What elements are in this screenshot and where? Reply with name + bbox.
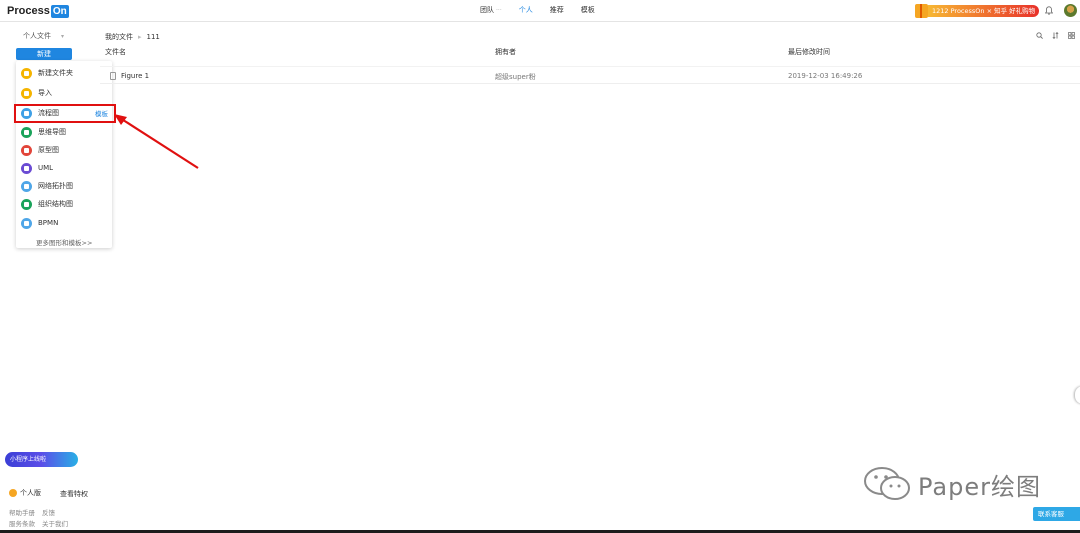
breadcrumb: 我的文件 ▸ 111 — [105, 32, 160, 42]
prototype-icon — [21, 144, 32, 156]
file-modified-time: 2019-12-03 16:49:26 — [788, 72, 863, 80]
file-table-header: 文件名 拥有者 最后修改时间 — [100, 44, 1080, 59]
menu-item-bpmn[interactable]: BPMN — [16, 214, 112, 232]
search-icon[interactable] — [1036, 32, 1043, 39]
chevron-right-icon: ▸ — [138, 33, 142, 41]
column-last-modified[interactable]: 最后修改时间 — [788, 47, 830, 57]
wechat-icon — [864, 467, 910, 500]
file-owner: 超级super粉 — [495, 73, 536, 81]
top-navigation: 团队 ··· 个人 推荐 模板 — [480, 5, 595, 15]
menu-item-uml[interactable]: UML — [16, 159, 112, 177]
new-button[interactable]: 新建 — [16, 48, 72, 60]
menu-item-mindmap[interactable]: 思维导图 — [16, 123, 112, 141]
view-tools — [1036, 32, 1075, 39]
nav-team[interactable]: 团队 ··· — [480, 5, 502, 15]
annotation-arrow — [114, 114, 199, 169]
watermark-text: Paper绘图 — [918, 472, 1041, 501]
org-chart-icon — [21, 198, 32, 210]
breadcrumb-current-folder: 111 — [146, 33, 160, 41]
nav-templates[interactable]: 模板 — [581, 5, 595, 15]
personal-files-selector[interactable]: 个人文件 ▾ — [23, 31, 64, 41]
user-icon — [9, 489, 17, 497]
view-privileges-link[interactable]: 查看特权 — [60, 489, 88, 499]
personal-version[interactable]: 个人版 — [9, 488, 41, 498]
user-avatar[interactable] — [1064, 4, 1077, 17]
watermark: Paper绘图 — [862, 466, 1041, 502]
nav-personal[interactable]: 个人 — [519, 5, 533, 15]
mini-program-banner[interactable]: 小程序上线啦 — [5, 452, 78, 467]
promo-banner[interactable]: 1212 ProcessOn × 知乎 好礼购物 — [915, 3, 1040, 18]
logo-text: Process — [7, 5, 50, 17]
help-manual-link[interactable]: 帮助手册 — [9, 509, 35, 517]
uml-icon — [21, 162, 32, 174]
import-icon — [21, 87, 32, 99]
team-dropdown-icon: ··· — [496, 7, 502, 14]
menu-item-prototype[interactable]: 原型图 — [16, 141, 112, 159]
bell-icon[interactable] — [1045, 6, 1053, 15]
network-icon — [21, 180, 32, 192]
about-link[interactable]: 关于我们 — [42, 520, 68, 528]
grid-view-icon[interactable] — [1068, 32, 1075, 39]
bpmn-icon — [21, 217, 32, 229]
logo-on-badge: On — [50, 4, 69, 18]
mindmap-icon — [21, 126, 32, 138]
breadcrumb-my-files[interactable]: 我的文件 — [105, 33, 133, 41]
menu-item-network-topology[interactable]: 网络拓扑图 — [16, 177, 112, 195]
file-icon — [110, 72, 116, 80]
new-menu-dropdown: 新建文件夹 导入 流程图 模板 思维导图 原型图 UML 网络拓扑图 组织结构图… — [16, 61, 112, 248]
feedback-link[interactable]: 反馈 — [42, 509, 55, 517]
file-name: Figure 1 — [121, 72, 150, 80]
gift-icon — [915, 3, 928, 18]
nav-recommend[interactable]: 推荐 — [550, 5, 564, 15]
promo-text: 1212 ProcessOn × 知乎 好礼购物 — [928, 4, 1040, 17]
side-drawer-handle[interactable] — [1075, 386, 1080, 404]
column-owner[interactable]: 拥有者 — [495, 47, 516, 57]
menu-item-import[interactable]: 导入 — [16, 84, 112, 102]
table-row[interactable]: Figure 1 超级super粉 2019-12-03 16:49:26 — [100, 66, 1080, 84]
folder-icon — [21, 67, 32, 79]
flowchart-highlight-box — [14, 104, 116, 123]
processon-logo[interactable]: Process On — [7, 4, 69, 18]
chevron-down-icon: ▾ — [61, 33, 65, 40]
top-bar: Process On 团队 ··· 个人 推荐 模板 1212 ProcessOn… — [0, 0, 1080, 22]
sort-icon[interactable] — [1052, 32, 1059, 39]
contact-support-button[interactable]: 联系客服 — [1033, 507, 1080, 521]
footer-links: 帮助手册 反馈 服务条款 关于我们 — [9, 508, 75, 530]
terms-link[interactable]: 服务条款 — [9, 520, 35, 528]
menu-item-org-chart[interactable]: 组织结构图 — [16, 195, 112, 213]
more-shapes-link[interactable]: 更多图形和模板>> — [36, 237, 92, 247]
column-file-name[interactable]: 文件名 — [105, 47, 126, 57]
menu-item-new-folder[interactable]: 新建文件夹 — [16, 64, 112, 82]
